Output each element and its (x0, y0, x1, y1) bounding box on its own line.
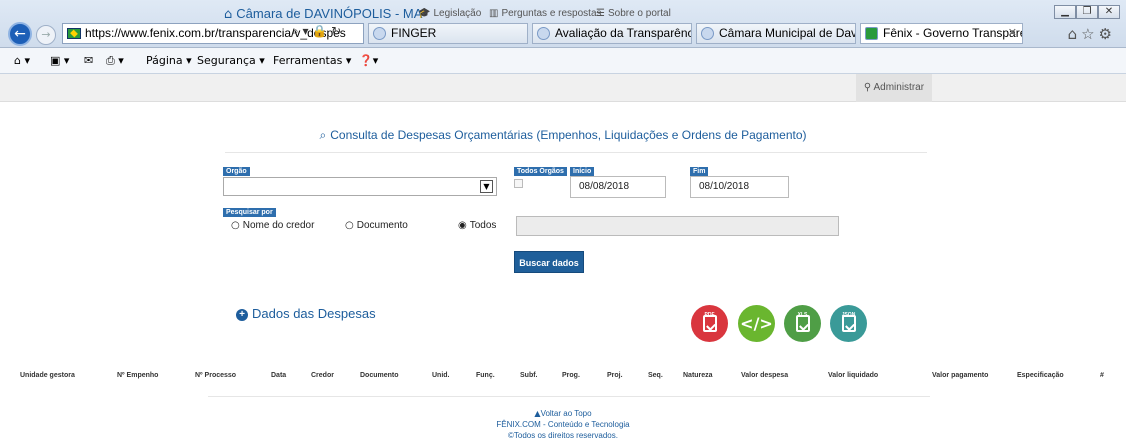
col-natureza[interactable]: Natureza (683, 372, 713, 379)
home-icon: ⌂ (224, 7, 233, 22)
nav-perguntas[interactable]: ▥ Perguntas e respostas (489, 8, 602, 19)
divider (208, 396, 930, 397)
back-to-top-link[interactable]: ▲Voltar ao Topo (0, 409, 1126, 418)
footer-copyright: ©Todos os direitos reservados. (508, 431, 618, 440)
ie-toolbar-icons[interactable]: ⌂☆⚙ (1068, 25, 1116, 43)
col-unid[interactable]: Unid. (432, 372, 450, 379)
col-valor-pagamento[interactable]: Valor pagamento (932, 372, 988, 379)
download-doc-icon (795, 315, 810, 332)
radio-documento[interactable]: ○ Documento (345, 220, 408, 231)
col-hash[interactable]: # (1100, 372, 1104, 379)
col-seq[interactable]: Seq. (648, 372, 663, 379)
col-especificacao[interactable]: Especificação (1017, 372, 1064, 379)
download-doc-icon (841, 315, 856, 332)
nav-sobre[interactable]: ☰ Sobre o portal (596, 8, 671, 19)
col-subf[interactable]: Subf. (520, 372, 538, 379)
divider (225, 152, 927, 153)
brazil-flag-icon (67, 28, 81, 39)
chevron-down-icon: ▼ (480, 180, 493, 193)
menu-ferramentas[interactable]: Ferramentas ▾ (273, 54, 351, 67)
help-icon[interactable]: ❓▾ (359, 54, 378, 67)
forward-button[interactable]: → (36, 25, 56, 45)
restore-button[interactable]: ❐ (1076, 5, 1098, 19)
inicio-date-field[interactable]: 08/08/2018 (570, 176, 666, 198)
menu-pagina[interactable]: Página ▾ (146, 54, 192, 67)
radio-checked-icon: ◉ (458, 220, 467, 231)
download-doc-icon (702, 315, 717, 332)
fim-label: Fim (690, 167, 709, 176)
address-bar-icons[interactable]: ⌕ ▾ 🔒 ↻ (292, 24, 341, 39)
todos-orgaos-checkbox[interactable] (514, 179, 523, 188)
brazil-flag-icon (865, 27, 878, 40)
pesquisar-label: Pesquisar por (223, 208, 276, 217)
export-json-button[interactable]: JSON (830, 305, 867, 342)
code-icon: </> (740, 314, 773, 333)
col-data[interactable]: Data (271, 372, 286, 379)
search-input[interactable] (516, 216, 839, 236)
page-title: ⌕ Consulta de Despesas Orçamentárias (Emp… (319, 128, 807, 142)
chart-icon: ▥ (489, 8, 499, 19)
col-documento[interactable]: Documento (360, 372, 399, 379)
plus-circle-icon: + (236, 309, 248, 321)
link-icon: ⚲ (863, 82, 872, 93)
list-icon: ☰ (596, 8, 605, 19)
feeds-icon[interactable]: ▣ ▾ (50, 54, 69, 67)
menu-seguranca[interactable]: Segurança ▾ (197, 54, 265, 67)
export-pdf-button[interactable]: PDF (691, 305, 728, 342)
mail-icon[interactable]: ✉ (84, 54, 93, 67)
col-empenho[interactable]: Nº Empenho (117, 372, 158, 379)
buscar-dados-button[interactable]: Buscar dados (514, 251, 584, 273)
site-navbar (0, 74, 1126, 102)
fim-date-field[interactable]: 08/10/2018 (690, 176, 789, 198)
site-brand[interactable]: ⌂ Câmara de DAVINÓPOLIS - MA (224, 6, 422, 22)
minimize-button[interactable]: ▁ (1054, 5, 1076, 19)
site-icon (701, 27, 714, 40)
tab-camara[interactable]: Câmara Municipal de Davinóp... (696, 23, 856, 44)
col-valor-liquidado[interactable]: Valor liquidado (828, 372, 878, 379)
nav-administrar[interactable]: ⚲ Administrar (856, 74, 932, 102)
orgao-label: Orgão (223, 167, 250, 176)
tab-fenix[interactable]: Fênix - Governo Transparen... ✕ (860, 23, 1023, 44)
col-processo[interactable]: Nº Processo (195, 372, 236, 379)
col-valor-despesa[interactable]: Valor despesa (741, 372, 788, 379)
close-window-button[interactable]: ✕ (1098, 5, 1120, 19)
dados-despesas-toggle[interactable]: + Dados das Despesas (236, 306, 376, 321)
radio-unchecked-icon: ○ (231, 220, 240, 231)
radio-todos[interactable]: ◉ Todos (458, 220, 496, 231)
close-tab-icon[interactable]: ✕ (1008, 24, 1017, 43)
back-button[interactable]: ← (8, 22, 32, 46)
home-icon[interactable]: ⌂ ▾ (14, 54, 30, 67)
todos-orgaos-label: Todos Órgãos (514, 167, 567, 176)
tab-finger[interactable]: FINGER (368, 23, 528, 44)
export-xls-button[interactable]: XLS (784, 305, 821, 342)
col-prog[interactable]: Prog. (562, 372, 580, 379)
nav-legislacao[interactable]: 🎓 Legislação (418, 8, 481, 19)
inicio-label: Início (570, 167, 595, 176)
ie-icon (537, 27, 550, 40)
col-unidade-gestora[interactable]: Unidade gestora (20, 372, 75, 379)
col-func[interactable]: Funç. (476, 372, 495, 379)
radio-nome-credor[interactable]: ○ Nome do credor (231, 220, 314, 231)
export-code-button[interactable]: </> (738, 305, 775, 342)
graduation-cap-icon: 🎓 (418, 8, 431, 19)
command-bar: ⌂ ▾ ▣ ▾ ✉ ⎙ ▾ Página ▾ Segurança ▾ Ferra… (0, 48, 1126, 74)
tab-avaliacao[interactable]: Avaliação da Transparência do... (532, 23, 692, 44)
col-credor[interactable]: Credor (311, 372, 334, 379)
radio-unchecked-icon: ○ (345, 220, 354, 231)
window-controls: ▁ ❐ ✕ (1054, 5, 1120, 19)
print-icon[interactable]: ⎙ ▾ (106, 54, 124, 68)
footer-company[interactable]: FÊNIX.COM - Conteúdo e Tecnologia (0, 420, 1126, 429)
search-icon: ⌕ (319, 128, 327, 142)
orgao-select[interactable]: ▼ (223, 177, 497, 196)
col-proj[interactable]: Proj. (607, 372, 623, 379)
ie-icon (373, 27, 386, 40)
